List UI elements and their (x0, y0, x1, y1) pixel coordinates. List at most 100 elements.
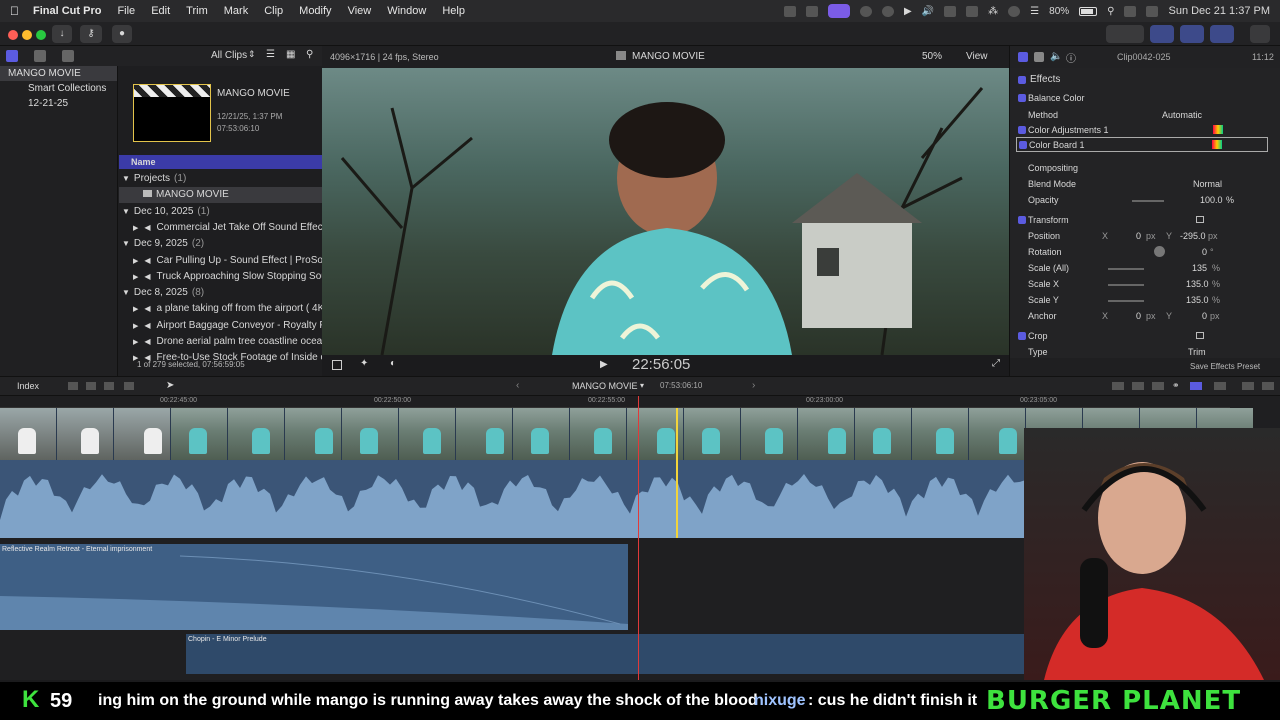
display-icon[interactable] (966, 5, 979, 17)
disclosure-triangle-icon[interactable]: ▶ (133, 323, 138, 330)
show-browser-button[interactable] (1150, 25, 1174, 43)
bluetooth-icon[interactable]: ⁂ (988, 6, 998, 17)
show-inspector-button[interactable] (1210, 25, 1234, 43)
disclosure-triangle-icon[interactable]: ▼ (122, 239, 130, 248)
balance-color-checkbox[interactable] (1018, 94, 1026, 102)
disclosure-triangle-icon[interactable]: ▶ (133, 258, 138, 265)
clock[interactable]: Sun Dec 21 1:37 PM (1168, 5, 1270, 17)
import-button[interactable]: ↓ (52, 25, 72, 43)
wifi-icon[interactable]: ☰ (1030, 6, 1039, 17)
search-icon[interactable]: ⚲ (306, 49, 313, 60)
control-center-icon[interactable] (1124, 5, 1137, 17)
background-tasks-button[interactable]: ● (112, 25, 132, 43)
zoom-dropdown[interactable]: 50% (922, 51, 942, 62)
effects-checkbox[interactable] (1018, 76, 1026, 84)
library-item-smart-collections[interactable]: Smart Collections (0, 81, 117, 96)
crop-checkbox[interactable] (1018, 332, 1026, 340)
color-board-checkbox[interactable] (1019, 141, 1027, 149)
transform-tool-icon[interactable] (332, 360, 342, 370)
position-y-value[interactable]: -295.0 (1180, 228, 1206, 244)
event-group-row[interactable]: ▼ Dec 10, 2025 (1) (119, 204, 322, 220)
status-app-icon[interactable] (1008, 5, 1021, 17)
event-group-row[interactable]: ▼ Projects (1) (119, 171, 322, 187)
disclosure-triangle-icon[interactable]: ▶ (133, 339, 138, 346)
compositing-header[interactable]: Compositing (1010, 160, 1280, 176)
blend-mode-dropdown[interactable]: Normal (1193, 176, 1222, 192)
scale-y-slider[interactable] (1108, 300, 1144, 302)
list-view-icon[interactable]: ☰ (266, 49, 275, 60)
status-app-icon[interactable] (806, 5, 819, 17)
clip-appearance-icon[interactable]: ▦ (286, 49, 295, 60)
position-x-value[interactable]: 0 (1136, 228, 1141, 244)
status-app-icon[interactable] (860, 5, 873, 17)
transform-checkbox[interactable] (1018, 216, 1026, 224)
keyword-button[interactable]: ⚷ (80, 25, 102, 43)
edit-insert-icon[interactable] (86, 382, 96, 390)
snapping-icon[interactable] (1190, 382, 1202, 390)
disclosure-triangle-icon[interactable]: ▼ (122, 288, 130, 297)
disclosure-triangle-icon[interactable]: ▶ (133, 225, 138, 232)
effects-browser-icon[interactable] (1242, 382, 1254, 390)
share-button[interactable] (1250, 25, 1270, 43)
timecode-display[interactable]: 22:56:05 (632, 356, 690, 373)
color-board-icon[interactable] (1212, 140, 1222, 149)
zoom-out-icon[interactable] (1112, 382, 1124, 390)
headphones-icon[interactable]: ⚭ (1172, 380, 1180, 391)
clip-row[interactable]: ▶ ◀ Commercial Jet Take Off Sound Effect (119, 220, 322, 236)
edit-append-icon[interactable] (68, 382, 78, 390)
clip-appearance-icon[interactable] (1214, 382, 1226, 390)
timeline-ruler[interactable]: 00:22:45:00 00:22:50:00 00:22:55:00 00:23:0… (0, 396, 1230, 408)
event-group-row[interactable]: ▼ Dec 8, 2025 (8) (119, 285, 322, 301)
clip-row[interactable]: ▶ ◀ a plane taking off from the airport ( … (119, 301, 322, 317)
color-board-row[interactable]: Color Board 1 (1016, 137, 1268, 152)
scale-x-value[interactable]: 135.0 (1186, 276, 1209, 292)
scale-all-value[interactable]: 135 (1192, 260, 1207, 276)
menu-window[interactable]: Window (387, 5, 426, 17)
layout-toggle-button[interactable] (1106, 25, 1144, 43)
play-button[interactable]: ▶ (600, 359, 608, 370)
clip-row[interactable]: ▶ ◀ Car Pulling Up - Sound Effect | ProSou… (119, 253, 322, 269)
history-back-icon[interactable]: ‹ (516, 380, 519, 391)
clip-row[interactable]: ▶ ◀ Truck Approaching Slow Stopping Sound (119, 269, 322, 285)
libraries-icon[interactable] (6, 50, 18, 62)
search-icon[interactable]: ⚲ (1107, 6, 1114, 17)
photos-icon[interactable] (34, 50, 46, 62)
speed-icon[interactable]: ◐ (390, 358, 396, 369)
rotation-dial[interactable] (1154, 246, 1165, 257)
color-adjustments-row[interactable]: Color Adjustments 1 (1010, 122, 1280, 138)
chevron-down-icon[interactable]: ▾ (640, 381, 644, 390)
clip-filter-dropdown[interactable]: All Clips (211, 50, 247, 61)
status-app-icon[interactable] (882, 5, 895, 17)
zoom-window-button[interactable] (36, 30, 46, 40)
opacity-value[interactable]: 100.0 (1200, 192, 1223, 208)
history-forward-icon[interactable]: › (752, 380, 755, 391)
disclosure-triangle-icon[interactable]: ▶ (133, 274, 138, 281)
library-item-mango-movie[interactable]: MANGO MOVIE (0, 66, 117, 81)
rotation-value[interactable]: 0 (1202, 244, 1207, 260)
view-dropdown[interactable]: View (966, 51, 988, 62)
timeline-project-name[interactable]: MANGO MOVIE (572, 381, 638, 391)
screen-record-icon[interactable] (828, 4, 851, 18)
opacity-slider[interactable] (1132, 200, 1164, 202)
color-adjustments-checkbox[interactable] (1018, 126, 1026, 134)
disclosure-triangle-icon[interactable]: ▼ (122, 207, 130, 216)
menu-trim[interactable]: Trim (186, 5, 208, 17)
zoom-fit-icon[interactable] (1132, 382, 1144, 390)
scale-y-value[interactable]: 135.0 (1186, 292, 1209, 308)
apple-icon[interactable]:  (10, 4, 19, 18)
timeline[interactable]: 00:22:45:00 00:22:50:00 00:22:55:00 00:23:0… (0, 396, 1280, 680)
menu-file[interactable]: File (117, 5, 135, 17)
menu-app-name[interactable]: Final Cut Pro (33, 5, 101, 17)
status-app-icon[interactable] (944, 5, 957, 17)
play-icon[interactable]: ▶ (904, 6, 912, 17)
status-app-icon[interactable] (784, 5, 797, 17)
disclosure-triangle-icon[interactable]: ▼ (122, 174, 130, 183)
crop-section[interactable]: Crop (1010, 328, 1280, 344)
video-frame[interactable] (322, 68, 1009, 355)
video-inspector-icon[interactable] (1018, 52, 1028, 62)
menu-clip[interactable]: Clip (264, 5, 283, 17)
fullscreen-icon[interactable]: ⤢ (992, 358, 1000, 369)
info-inspector-icon[interactable]: ⓘ (1066, 50, 1076, 65)
battery-icon[interactable] (1079, 6, 1098, 16)
connected-audio-clip-1[interactable]: Reflective Realm Retreat - Eternal impri… (0, 544, 628, 630)
